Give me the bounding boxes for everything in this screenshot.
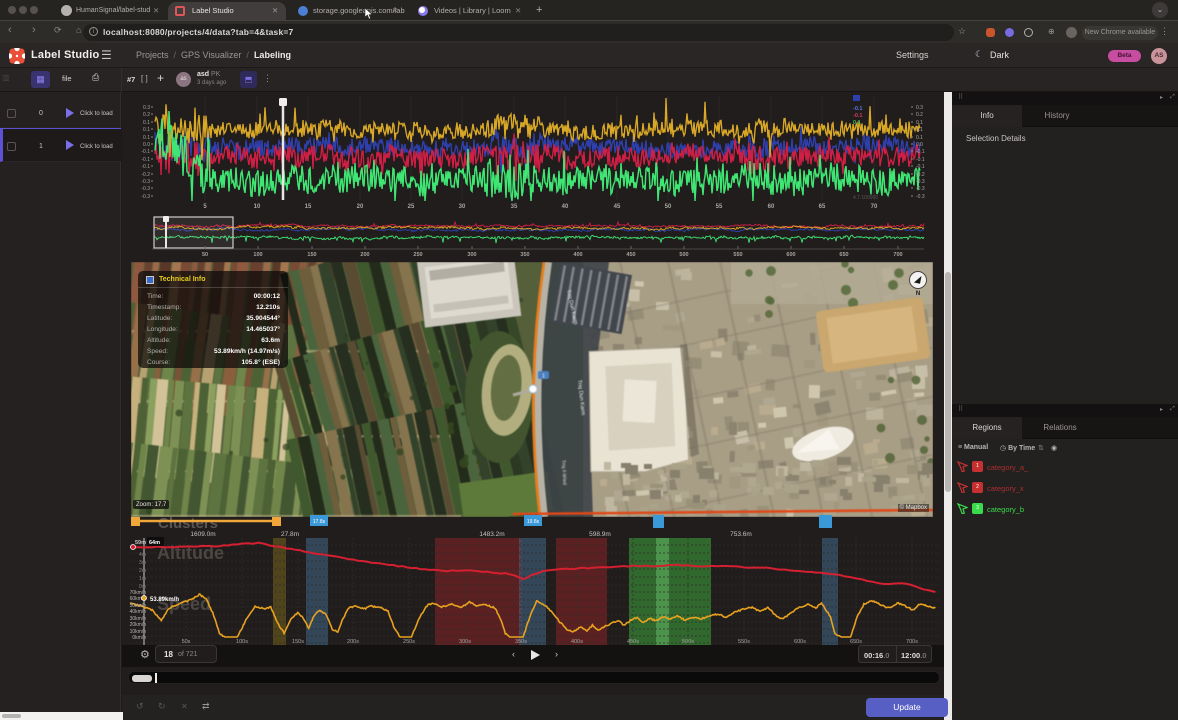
svg-text:-0.2: -0.2 — [141, 172, 150, 178]
svg-text:30: 30 — [459, 204, 466, 210]
svg-text:65: 65 — [819, 204, 826, 210]
svg-text:0.1: 0.1 — [143, 120, 150, 126]
svg-text:0.3: 0.3 — [916, 105, 923, 111]
svg-text:60: 60 — [768, 204, 775, 210]
svg-text:50: 50 — [202, 252, 208, 258]
svg-text:450: 450 — [626, 252, 635, 258]
svg-text:10: 10 — [254, 204, 261, 210]
svg-text:700: 700 — [893, 252, 902, 258]
svg-text:-0.1: -0.1 — [141, 164, 150, 170]
svg-text:4.7.100000: 4.7.100000 — [853, 195, 878, 201]
svg-text:-0.1: -0.1 — [916, 149, 925, 155]
svg-text:-0.3: -0.3 — [141, 194, 150, 200]
svg-text:-0.3: -0.3 — [916, 186, 925, 192]
svg-text:600: 600 — [786, 252, 795, 258]
svg-text:0.3: 0.3 — [143, 105, 150, 111]
svg-text:300: 300 — [467, 252, 476, 258]
svg-text:45: 45 — [614, 204, 621, 210]
svg-text:55: 55 — [716, 204, 723, 210]
svg-text:150: 150 — [307, 252, 316, 258]
svg-text:-0.1: -0.1 — [853, 113, 862, 119]
svg-text:-0.3: -0.3 — [916, 179, 925, 185]
svg-text:100: 100 — [253, 252, 262, 258]
svg-text:40: 40 — [562, 204, 569, 210]
svg-text:50: 50 — [665, 204, 672, 210]
svg-text:250: 250 — [413, 252, 422, 258]
svg-text:-0.3: -0.3 — [141, 179, 150, 185]
svg-text:0.1: 0.1 — [853, 120, 861, 126]
svg-text:-0.1: -0.1 — [853, 106, 862, 112]
svg-text:-0.3: -0.3 — [916, 194, 925, 200]
svg-text:0.1: 0.1 — [143, 127, 150, 133]
svg-text:650: 650 — [839, 252, 848, 258]
svg-text:70: 70 — [871, 204, 878, 210]
svg-text:-0.1: -0.1 — [141, 149, 150, 155]
svg-text:-0.2: -0.2 — [916, 172, 925, 178]
svg-text:200: 200 — [360, 252, 369, 258]
svg-text:0.1: 0.1 — [916, 127, 923, 133]
svg-text:-0.3: -0.3 — [141, 186, 150, 192]
svg-text:15: 15 — [305, 204, 312, 210]
svg-text:0.0: 0.0 — [916, 142, 923, 148]
svg-text:35: 35 — [511, 204, 518, 210]
svg-text:500: 500 — [679, 252, 688, 258]
svg-text:0.0: 0.0 — [143, 142, 150, 148]
svg-text:0.1: 0.1 — [916, 120, 923, 126]
svg-text:-0.1: -0.1 — [916, 157, 925, 163]
svg-text:0.1: 0.1 — [916, 135, 923, 141]
svg-text:-0.1: -0.1 — [141, 157, 150, 163]
svg-text:0.2: 0.2 — [916, 112, 923, 118]
svg-text:25: 25 — [408, 204, 415, 210]
svg-text:1: 1 — [542, 374, 545, 380]
svg-text:0.1: 0.1 — [143, 135, 150, 141]
svg-text:550: 550 — [733, 252, 742, 258]
svg-text:20: 20 — [357, 204, 364, 210]
svg-text:400: 400 — [573, 252, 582, 258]
svg-text:N: N — [916, 291, 920, 296]
svg-text:5: 5 — [203, 204, 207, 210]
svg-text:350: 350 — [520, 252, 529, 258]
svg-text:-0.1: -0.1 — [916, 164, 925, 170]
svg-text:0.2: 0.2 — [143, 112, 150, 118]
